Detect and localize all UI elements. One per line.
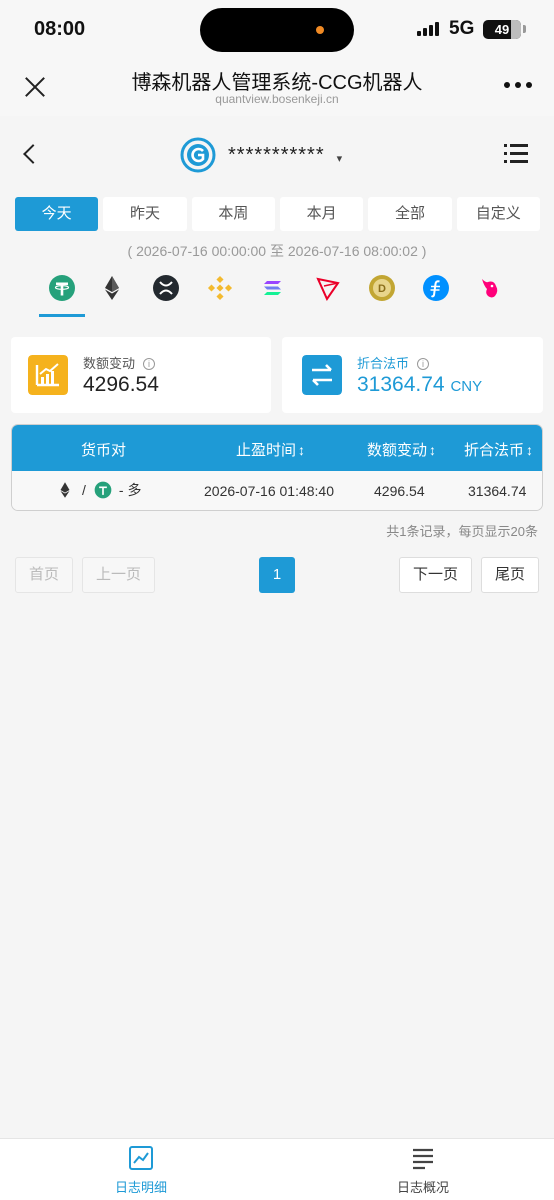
line-chart-icon [129,1146,153,1170]
list-icon [413,1148,433,1170]
chart-up-icon [28,355,68,395]
log-table: 货币对 止盈时间 ↕ 数额变动 ↕ 折合法币 ↕ / - 多 2026-07-16 0… [11,424,543,511]
tab-this-month[interactable]: 本月 [279,197,364,231]
tab-custom[interactable]: 自定义 [456,197,540,231]
account-selector[interactable]: *********** ▾ [180,136,342,174]
sort-icon: ↕ [526,442,534,458]
fiat-value: 31364.74 CNY [357,373,483,396]
fiat-unit: CNY [450,378,483,395]
sol-icon[interactable] [260,274,288,302]
nav-label: 日志明细 [114,1180,167,1195]
current-page-button[interactable]: 1 [259,557,295,593]
back-icon[interactable] [22,144,38,164]
col-amount[interactable]: 数额变动 ↕ [367,439,436,460]
date-range: ( 2026-07-16 00:00:00 至 2026-07-16 08:00… [127,243,427,259]
fiat-label: 折合法币 i [357,353,430,372]
app-header: *********** ▾ [0,130,554,180]
uni-icon[interactable] [476,274,504,302]
page-title: 博森机器人管理系统-CCG机器人 [131,72,423,94]
battery-level: 49 [494,22,510,37]
network-type: 5G [449,18,475,39]
eth-icon [60,482,70,498]
fiat-value-card: 折合法币 i 31364.74 CNY [282,337,543,413]
browser-header: 博森机器人管理系统-CCG机器人 quantview.bosenkeji.cn [0,58,554,116]
amount-change-value: 4296.54 [83,373,159,396]
record-info: 共1条记录，每页显示20条 [386,524,538,539]
camera-notch [200,8,354,52]
tab-today[interactable]: 今天 [15,197,99,231]
exchange-icon [302,355,342,395]
page-url: quantview.bosenkeji.cn [215,92,339,106]
chevron-down-icon: ▾ [336,152,343,165]
bottom-nav: 日志明细 日志概况 [0,1138,554,1200]
bnb-icon[interactable] [206,274,234,302]
account-name: *********** [228,143,325,166]
sort-icon: ↕ [298,442,306,458]
tp-time: 2026-07-16 01:48:40 [204,483,334,499]
direction: - 多 [118,482,142,498]
usdt-icon[interactable] [48,274,76,302]
nav-label: 日志概况 [396,1180,449,1195]
col-pair: 货币对 [81,442,127,459]
signal-icon [417,22,439,36]
battery-icon: 49 [483,20,521,39]
xrp-icon[interactable] [152,274,180,302]
sort-icon: ↕ [429,442,437,458]
fil-icon[interactable] [422,274,450,302]
coin-selected-indicator [39,314,85,317]
nav-log-detail[interactable]: 日志明细 [81,1145,201,1196]
doge-icon[interactable]: D [368,274,396,302]
col-fiat[interactable]: 折合法币 ↕ [464,439,533,460]
nav-log-overview[interactable]: 日志概况 [363,1145,483,1196]
date-tabs: 今天 昨天 本周 本月 全部 自定义 [15,197,540,232]
prev-page-button[interactable]: 上一页 [82,557,155,593]
table-row[interactable]: / - 多 2026-07-16 01:48:40 4296.54 31364.… [12,471,542,510]
next-page-button[interactable]: 下一页 [399,557,472,593]
coin-filter: D [36,270,516,317]
tab-yesterday[interactable]: 昨天 [103,197,187,231]
fiat-value: 31364.74 [468,483,527,499]
close-icon[interactable] [22,74,48,100]
usdt-icon [94,481,112,499]
privacy-indicator [316,26,324,34]
info-icon[interactable]: i [417,358,430,370]
battery-tip [523,25,526,33]
trx-icon[interactable] [314,274,342,302]
last-page-button[interactable]: 尾页 [481,557,539,593]
tab-all[interactable]: 全部 [368,197,452,231]
eth-icon[interactable] [98,274,126,302]
tab-this-week[interactable]: 本周 [191,197,275,231]
bosen-logo-icon [180,137,216,173]
amount-change-label: 数额变动 i [83,353,156,372]
currency-pair: / - 多 [56,480,141,500]
pair-separator: / [82,482,86,498]
list-menu-icon[interactable] [504,144,528,164]
amount-change-card: 数额变动 i 4296.54 [11,337,271,413]
info-icon[interactable]: i [143,358,156,370]
status-bar: 08:00 5G 49 [0,0,554,58]
amount-change: 4296.54 [374,483,425,499]
svg-text:D: D [378,283,386,295]
col-tp-time[interactable]: 止盈时间 ↕ [236,439,305,460]
first-page-button[interactable]: 首页 [15,557,73,593]
status-time: 08:00 [34,18,86,40]
table-header: 货币对 止盈时间 ↕ 数额变动 ↕ 折合法币 ↕ [12,425,542,471]
more-options-icon[interactable] [504,82,532,90]
